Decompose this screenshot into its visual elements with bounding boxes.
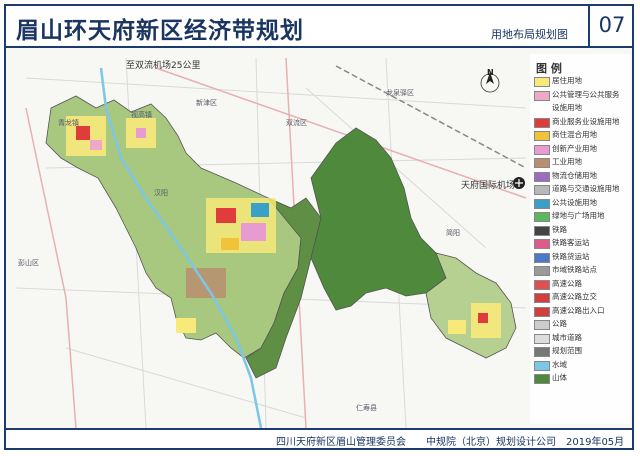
- header: 眉山环天府新区经济带规划 用地布局规划图 07: [6, 6, 632, 48]
- legend-swatch: [534, 118, 550, 128]
- legend-label: 铁路货运站: [552, 252, 590, 262]
- legend-swatch: [534, 172, 550, 182]
- legend-label: 工业用地: [552, 157, 582, 167]
- legend-swatch: [534, 334, 550, 344]
- region-label: 仁寿县: [356, 403, 377, 413]
- legend-label: 城市道路: [552, 333, 582, 343]
- legend-swatch: [534, 253, 550, 263]
- legend-label: 高速公路: [552, 279, 582, 289]
- legend-swatch: [534, 77, 550, 87]
- legend-label: 公路: [552, 319, 567, 329]
- footer-org-1: 四川天府新区眉山管理委员会: [276, 433, 406, 448]
- legend-swatch: [534, 307, 550, 317]
- legend-label: 市域铁路站点: [552, 265, 597, 275]
- legend-swatch: [534, 320, 550, 330]
- legend-swatch: [534, 212, 550, 222]
- legend-label: 道路与交通设施用地: [552, 184, 620, 194]
- legend-label: 设施用地: [552, 103, 582, 113]
- legend-label: 公共设施用地: [552, 198, 597, 208]
- legend-swatch: [534, 145, 550, 155]
- legend-swatch: [534, 266, 550, 276]
- legend-label: 商业服务业设施用地: [552, 117, 620, 127]
- north-label: N: [487, 68, 494, 77]
- region-label: 汉阳: [154, 188, 168, 198]
- airport-label: 天府国际机场: [461, 178, 515, 191]
- region-label: 简阳: [446, 228, 460, 238]
- region-label: 彭山区: [18, 258, 39, 268]
- legend-swatch: [534, 158, 550, 168]
- region-label: 龙泉驿区: [386, 88, 414, 98]
- footer: 四川天府新区眉山管理委员会 中规院（北京）规划设计公司 2019年05月: [6, 428, 632, 450]
- legend-label: 公共管理与公共服务: [552, 90, 620, 100]
- region-label: 双流区: [286, 118, 307, 128]
- legend-swatch: [534, 199, 550, 209]
- footer-date: 2019年05月: [566, 433, 624, 448]
- legend-swatch: [534, 226, 550, 236]
- footer-org-2: 中规院（北京）规划设计公司: [426, 433, 556, 448]
- legend-swatch: [534, 91, 550, 101]
- map-sheet: 眉山环天府新区经济带规划 用地布局规划图 07: [4, 4, 634, 450]
- legend-label: 创新产业用地: [552, 144, 597, 154]
- legend-swatch: [534, 104, 548, 112]
- legend: 图 例 居住用地公共管理与公共服务设施用地商业服务业设施用地商住混合用地创新产业…: [530, 54, 630, 424]
- legend-label: 规划范围: [552, 346, 582, 356]
- legend-label: 绿地与广场用地: [552, 211, 605, 221]
- legend-label: 铁路客运站: [552, 238, 590, 248]
- region-label: 视高镇: [131, 110, 152, 120]
- region-label: 新津区: [196, 98, 217, 108]
- top-note: 至双流机场25公里: [126, 58, 200, 71]
- page-number-box: 07: [588, 6, 634, 46]
- legend-label: 居住用地: [552, 76, 582, 86]
- mountain-area-east: [311, 128, 446, 310]
- legend-label: 高速公路出入口: [552, 306, 605, 316]
- legend-swatch: [534, 347, 550, 357]
- legend-swatch: [534, 293, 550, 303]
- legend-title: 图 例: [536, 60, 562, 76]
- map-canvas[interactable]: 至双流机场25公里 天府国际机场 N 青龙镇 视高镇 汉阳 彭山区 新津区 仁寿…: [6, 48, 632, 428]
- legend-label: 水域: [552, 360, 567, 370]
- legend-label: 铁路: [552, 225, 567, 235]
- legend-swatch: [534, 239, 550, 249]
- legend-swatch: [534, 374, 550, 384]
- page-title: 眉山环天府新区经济带规划: [16, 11, 304, 45]
- legend-label: 高速公路立交: [552, 292, 597, 302]
- region-label: 青龙镇: [58, 118, 79, 128]
- legend-swatch: [534, 131, 550, 141]
- page-number: 07: [590, 13, 634, 37]
- legend-swatch: [534, 361, 550, 371]
- legend-swatch: [534, 280, 550, 290]
- map-subtitle: 用地布局规划图: [491, 26, 568, 42]
- legend-label: 山体: [552, 373, 567, 383]
- legend-label: 物流仓储用地: [552, 171, 597, 181]
- legend-swatch: [534, 185, 550, 195]
- legend-label: 商住混合用地: [552, 130, 597, 140]
